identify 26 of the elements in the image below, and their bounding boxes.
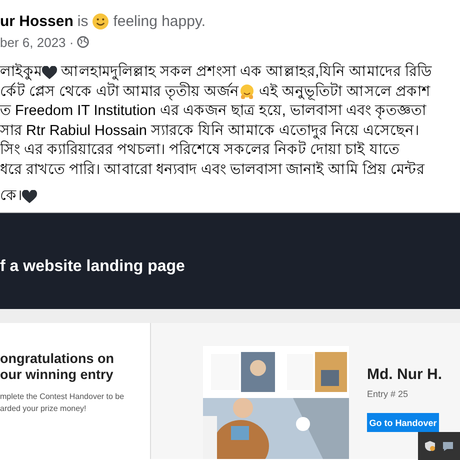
go-to-handover-button[interactable]: Go to Handover bbox=[367, 413, 439, 432]
banner-title: f a website landing page bbox=[0, 258, 185, 276]
winner-name: Md. Nur H. bbox=[367, 366, 442, 383]
post-text: ধরে রাখতে পারি। আবারো ধন্যবাদ এবং ভালবাসা জানাই আমি প্রিয় মেন্টর bbox=[0, 160, 424, 180]
congratulations-heading: ongratulations on our winning entry bbox=[0, 351, 115, 383]
post-text: সার Rtr Rabiul Hossain স্যারকে যিনি আমাকে এতোদুর নিয়ে এসেছেন। bbox=[0, 122, 420, 140]
heart-icon bbox=[22, 190, 37, 204]
post-text: র্কেট প্লেস থেকে এটা আমার তৃতীয় অর্জন bbox=[0, 82, 240, 102]
author-name[interactable]: ur Hossen bbox=[0, 12, 74, 30]
chat-icon[interactable] bbox=[442, 440, 454, 452]
entry-number: Entry # 25 bbox=[367, 389, 410, 399]
post-text: এই অনুভূতিটা আসলে প্রকাশ bbox=[258, 82, 430, 102]
globe-icon bbox=[76, 36, 89, 48]
heart-icon bbox=[42, 66, 57, 80]
smiley-icon bbox=[92, 12, 110, 30]
post-text: লাইকুম bbox=[0, 63, 42, 82]
post-date[interactable]: ber 6, 2023 · bbox=[0, 34, 74, 50]
verb-text: is bbox=[77, 12, 88, 30]
post-text: ত Freedom IT Institution এর একজন ছাত্র হয়ে, ভালবাসা এবং কৃতজ্ঞতা bbox=[0, 102, 426, 122]
post-text: আলহামদুলিল্লাহ সকল প্রশংসা এক আল্লাহর,যিনি আমাদের রিডি bbox=[60, 63, 432, 80]
hugging-face-emoji-icon bbox=[239, 84, 256, 100]
feeling-text: feeling happy. bbox=[113, 12, 206, 30]
post-text: কে। bbox=[0, 187, 22, 206]
handover-message: mplete the Contest Handover to be arded your prize money! bbox=[0, 391, 126, 415]
post-text: সিং এর ক্যারিয়ারের পথচলা। পরিশেষে সকলের নিকট দোয়া চাই যাতে bbox=[0, 141, 400, 160]
shield-icon[interactable] bbox=[424, 440, 436, 452]
